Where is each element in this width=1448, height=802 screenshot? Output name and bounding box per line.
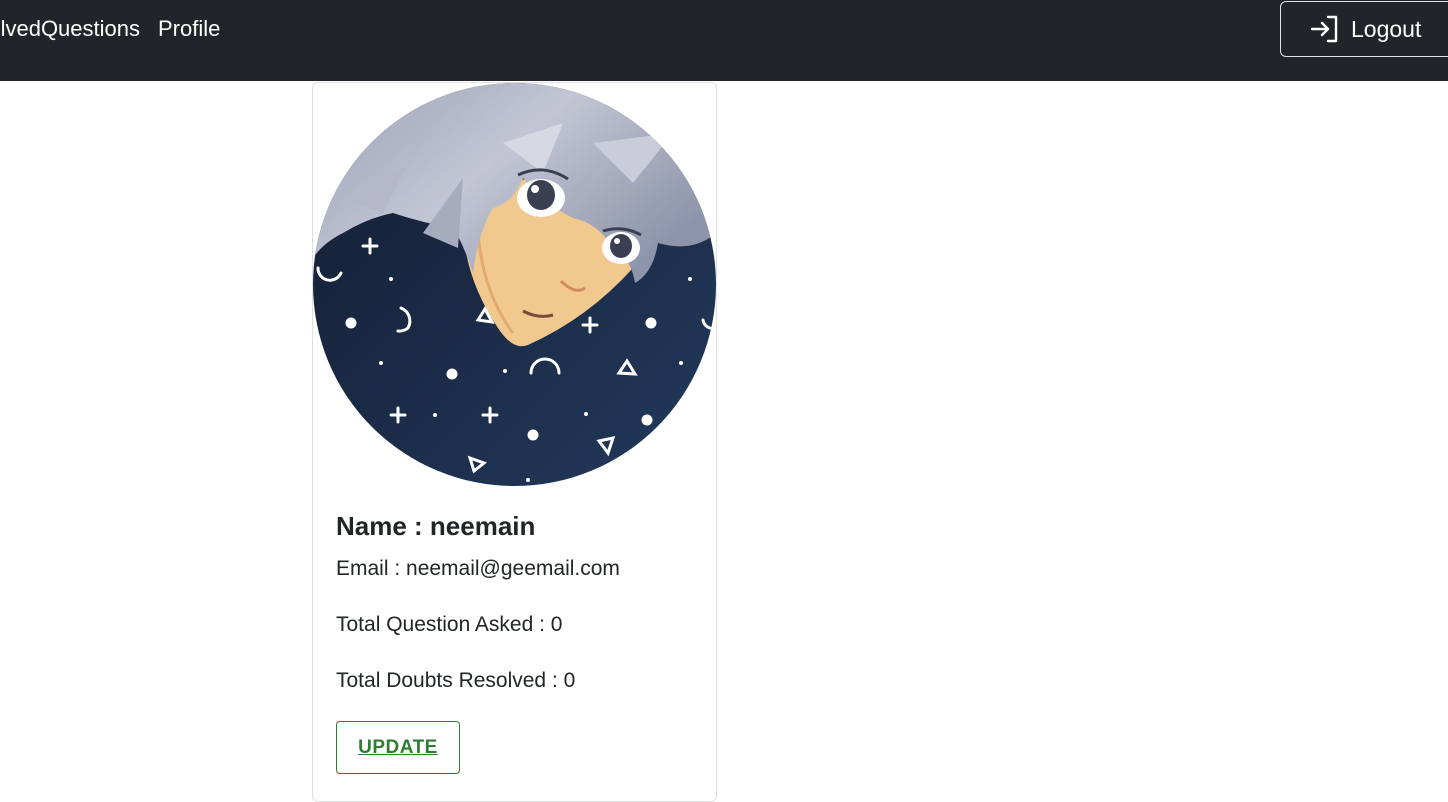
profile-total-doubts: Total Doubts Resolved : 0 [336,669,576,692]
update-button[interactable]: UPDATE [336,721,460,774]
avatar-illustration [313,83,716,486]
profile-email: Email : neemail@geemail.com [336,557,620,580]
profile-name: Name : neemain [336,511,536,541]
profile-total-questions: Total Question Asked : 0 [336,613,563,636]
logout-button[interactable]: Logout [1280,1,1448,57]
logout-label: Logout [1351,16,1422,42]
top-navbar: SolvedQuestions Profile Logout [0,0,1448,81]
nav-link-solved-questions[interactable]: SolvedQuestions [0,14,140,44]
login-arrow-icon [1310,15,1338,43]
profile-card: Name : neemain Email : neemail@geemail.c… [312,82,717,802]
avatar [313,83,716,486]
nav-link-profile[interactable]: Profile [158,14,220,44]
